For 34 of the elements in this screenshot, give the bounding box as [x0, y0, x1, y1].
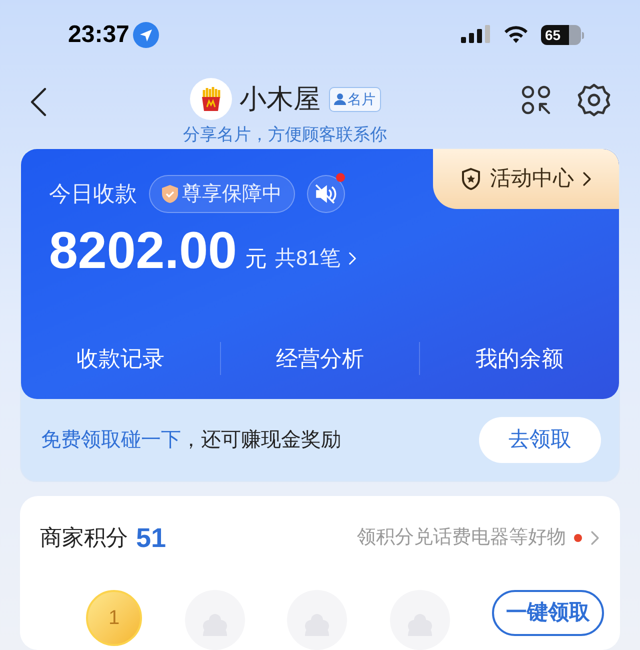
sound-toggle[interactable] [307, 174, 345, 212]
today-income-label: 今日收款 [49, 180, 137, 208]
points-promo-link[interactable]: 领积分兑话费电器等好物 [357, 524, 566, 552]
income-menu-link[interactable]: 经营分析 [276, 342, 364, 374]
chevron-right-icon [348, 251, 358, 266]
coin-value: 1 [108, 606, 120, 631]
shield-check-icon [162, 184, 178, 202]
points-title: 商家积分 [40, 524, 128, 552]
chevron-right-icon [590, 530, 600, 546]
activity-center-tab[interactable]: 活动中心 [433, 148, 619, 208]
income-menu-link[interactable]: 我的余额 [476, 342, 564, 374]
income-menu-link[interactable]: 收款记录 [76, 342, 164, 374]
battery-level: 65 [545, 28, 561, 42]
fries-logo-icon [190, 78, 232, 120]
share-hint[interactable]: 分享名片，方便顾客联系你 [183, 122, 387, 148]
income-amount: 8202.00 [49, 224, 237, 276]
person-icon [334, 93, 346, 105]
chevron-right-icon [582, 170, 592, 186]
speaker-muted-icon [315, 184, 337, 204]
business-card-badge[interactable]: 名片 [328, 86, 380, 112]
signal-icon [461, 25, 491, 45]
settings-icon[interactable] [576, 82, 612, 118]
promo-text: 免费领取碰一下，还可赚现金奖励 [41, 428, 341, 452]
protection-badge[interactable]: 尊享保障中 [149, 174, 295, 212]
points-value: 51 [136, 522, 166, 554]
wifi-icon [503, 25, 529, 45]
currency-unit: 元 [244, 244, 267, 272]
shop-name: 小木屋 [240, 82, 320, 116]
clock-time: 23:37 [68, 20, 130, 50]
one-click-claim-button[interactable]: 一键领取 [492, 590, 604, 636]
transaction-count-link[interactable]: 共81笔 [274, 243, 358, 274]
shield-star-icon [460, 166, 482, 190]
scan-icon[interactable] [520, 84, 552, 116]
claim-button[interactable]: 去领取 [479, 416, 601, 462]
